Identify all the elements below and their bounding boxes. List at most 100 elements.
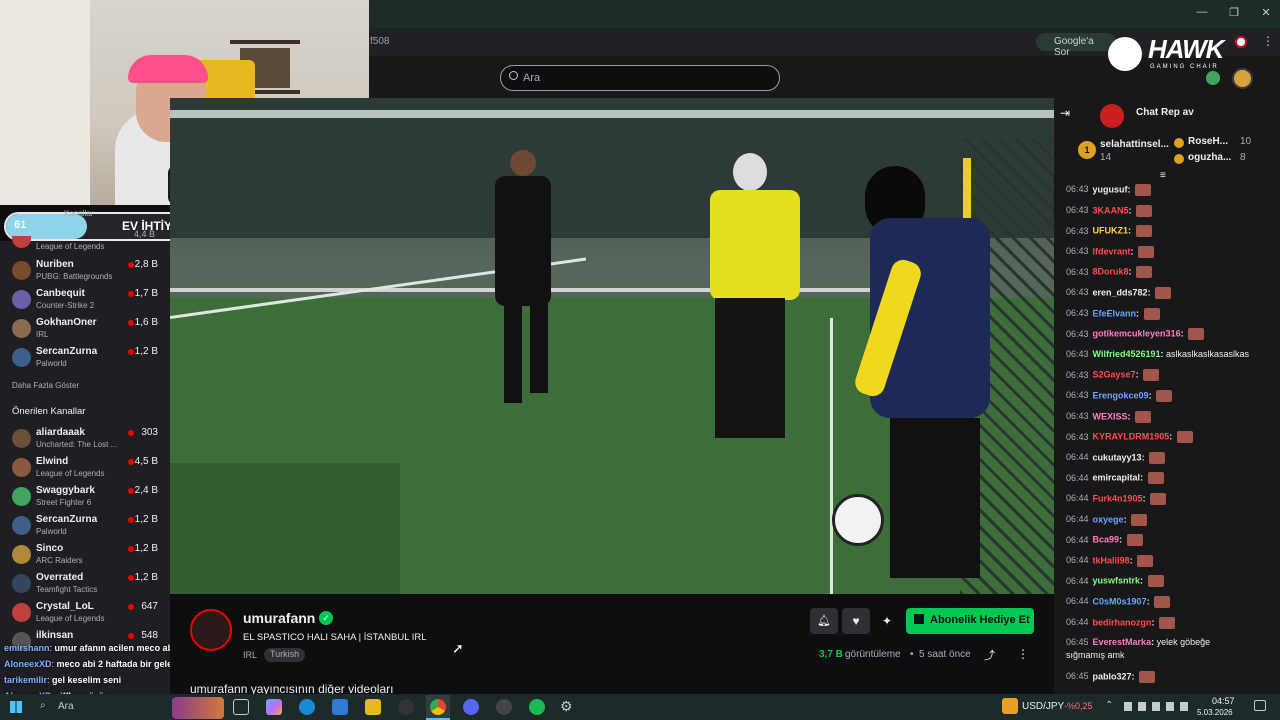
sidebar-channel-row[interactable]: Overrated Teamfight Tactics 1,2 B — [0, 569, 170, 598]
obs-icon[interactable] — [496, 699, 512, 715]
sidebar-channel-row[interactable]: SercanZurna Palworld 1,2 B — [0, 343, 170, 372]
clock-date[interactable]: 5.03.2026 — [1197, 708, 1233, 717]
sparkle-button[interactable]: ✦ — [874, 608, 900, 634]
notification-icon[interactable] — [1254, 700, 1266, 711]
maximize-icon[interactable]: ❐ — [1224, 6, 1244, 19]
chat-username[interactable]: EverestMarka — [1093, 637, 1152, 647]
start-icon[interactable] — [10, 701, 22, 713]
share-icon[interactable]: ⤴ — [984, 647, 995, 663]
gift-sub-button[interactable]: Abonelik Hediye Et — [906, 608, 1034, 634]
sidebar-channel-row[interactable]: GokhanOner IRL 1,6 B — [0, 314, 170, 343]
chat-username[interactable]: EfeElvann — [1093, 308, 1137, 318]
chat-timestamp: 06:43 — [1066, 266, 1089, 277]
spotify-icon[interactable] — [529, 699, 545, 715]
kebab-menu-icon[interactable]: ⋮ — [1262, 34, 1274, 48]
chat-username[interactable]: Erengokce09 — [1093, 390, 1149, 400]
chat-username[interactable]: pablo327 — [1093, 671, 1132, 681]
taskbar-search-icon[interactable]: ⌕ — [40, 700, 46, 711]
xbox-icon[interactable] — [398, 699, 414, 715]
sidebar-channel-row[interactable]: Crystal_LoL League of Legends 647 — [0, 598, 170, 627]
leaderboard-toggle-icon[interactable]: ≡ — [1160, 170, 1166, 181]
chat-username[interactable]: UFUKZ1 — [1093, 226, 1129, 236]
file-explorer-icon[interactable] — [365, 699, 381, 715]
channel-avatar — [12, 261, 31, 280]
sidebar-channel-row[interactable]: SercanZurna Palworld 1,2 B — [0, 511, 170, 540]
chat-message: 06:44 cukutayy13: — [1066, 451, 1166, 464]
chat-username[interactable]: 8Doruk8 — [1093, 267, 1129, 277]
chat-username[interactable]: Furk4n1905 — [1093, 493, 1143, 503]
browser-address-bar[interactable] — [369, 28, 1280, 56]
settings-gear-icon[interactable]: ⚙ — [560, 698, 573, 715]
discord-icon[interactable] — [463, 699, 479, 715]
widget-thumbnail[interactable] — [172, 697, 224, 719]
search-icon — [509, 71, 518, 80]
google-ask-chip[interactable]: Google'a Sor — [1036, 33, 1116, 58]
follow-heart-button[interactable]: ♥ — [842, 608, 870, 634]
sidebar-channel-row[interactable]: Canbequit Counter-Strike 2 1,7 B — [0, 285, 170, 314]
search-input[interactable]: Ara — [500, 65, 780, 91]
chat-emote-icon — [1135, 410, 1152, 423]
sidebar-section-partial: Kanallar — [64, 209, 94, 218]
ticker-symbol[interactable]: USD/JPY — [1022, 701, 1064, 712]
sidebar-channel-row[interactable]: Nuriben PUBG: Battlegrounds 2,8 B — [0, 256, 170, 285]
sidebar-channel-row[interactable]: Swaggybark Street Fighter 6 2,4 B — [0, 482, 170, 511]
url-text[interactable]: f508 — [370, 36, 389, 47]
chat-timestamp: 06:45 — [1066, 671, 1089, 682]
channel-name: Overrated — [36, 572, 84, 583]
chat-username[interactable]: cukutayy13 — [1093, 452, 1142, 462]
chrome-icon[interactable] — [430, 699, 446, 715]
chat-username[interactable]: oxyege — [1093, 514, 1124, 524]
live-dot-icon — [128, 575, 134, 581]
extension-icon[interactable] — [1206, 71, 1220, 85]
chat-username[interactable]: tkHalil98 — [1093, 555, 1130, 565]
chat-username[interactable]: eren_dds782 — [1093, 287, 1148, 297]
chat-username[interactable]: Wilfried4526191 — [1093, 349, 1161, 359]
copilot-icon[interactable] — [266, 699, 282, 715]
chat-username[interactable]: KYRAYLDRM1905 — [1093, 432, 1170, 442]
channel-game: PUBG: Battlegrounds — [36, 272, 113, 281]
chat-username[interactable]: lfdevrant — [1093, 246, 1131, 256]
taskbar-search[interactable]: Ara — [58, 701, 74, 712]
sidebar-channel-row[interactable]: Sinco ARC Raiders 1,2 B — [0, 540, 170, 569]
tag-turkish[interactable]: Turkish — [264, 648, 306, 662]
chat-username[interactable]: bedirhanozgn — [1093, 617, 1152, 627]
chat-emote-icon — [1150, 493, 1167, 505]
channel-name[interactable]: umurafann — [243, 610, 315, 626]
tray-chevron-icon[interactable]: ⌃ — [1105, 700, 1113, 711]
chat-username[interactable]: gotikemcukleyen316 — [1093, 329, 1181, 339]
chat-username[interactable]: 3KAAN5 — [1093, 205, 1129, 215]
sidebar-partial-count: 4,4 B — [134, 229, 156, 239]
edge-icon[interactable] — [299, 699, 315, 715]
chat-username[interactable]: yugusuf — [1093, 184, 1128, 194]
tray-icons[interactable] — [1124, 702, 1194, 711]
channel-game: ARC Raiders — [36, 556, 83, 565]
chat-username[interactable]: yuswfsntrk — [1093, 576, 1141, 586]
channel-avatar — [12, 545, 31, 564]
collapse-chat-icon[interactable]: ⇥ — [1060, 106, 1070, 120]
chat-username[interactable]: Bca99 — [1093, 535, 1120, 545]
user-avatar[interactable] — [1232, 68, 1253, 89]
chat-username[interactable]: S2Gayse7 — [1093, 370, 1136, 380]
chat-timestamp: 06:44 — [1066, 616, 1089, 627]
chat-username[interactable]: WEXISS — [1093, 411, 1128, 421]
more-options-icon[interactable]: ⋮ — [1017, 647, 1029, 661]
sidebar-channel-row[interactable]: aliardaaak Uncharted: The Lost ... 303 — [0, 424, 170, 453]
chat-username[interactable]: C0sM0s1907 — [1093, 596, 1147, 606]
channel-avatar[interactable] — [190, 609, 232, 651]
clock-time[interactable]: 04:57 — [1212, 696, 1235, 706]
tag-irl[interactable]: IRL — [243, 650, 257, 660]
close-icon[interactable]: ✕ — [1256, 6, 1276, 19]
browser-titlebar — [369, 0, 1280, 28]
sidebar-channel-row[interactable]: Elwind League of Legends 4,5 B — [0, 453, 170, 482]
chat-emote-icon — [1147, 575, 1164, 588]
chat-message: 06:44 yuswfsntrk: — [1066, 575, 1164, 588]
task-view-icon[interactable] — [233, 699, 249, 715]
store-icon[interactable] — [332, 699, 348, 715]
profile-icon[interactable] — [1235, 36, 1247, 48]
video-player[interactable] — [170, 98, 1054, 594]
notification-bell-button[interactable]: 🔔︎ — [810, 608, 838, 634]
chat-username[interactable]: emircapital — [1093, 473, 1141, 483]
chat-message: 06:43 8Doruk8: — [1066, 266, 1153, 279]
minimize-icon[interactable]: — — [1192, 6, 1212, 18]
show-more-link[interactable]: Daha Fazla Göster — [12, 381, 79, 390]
